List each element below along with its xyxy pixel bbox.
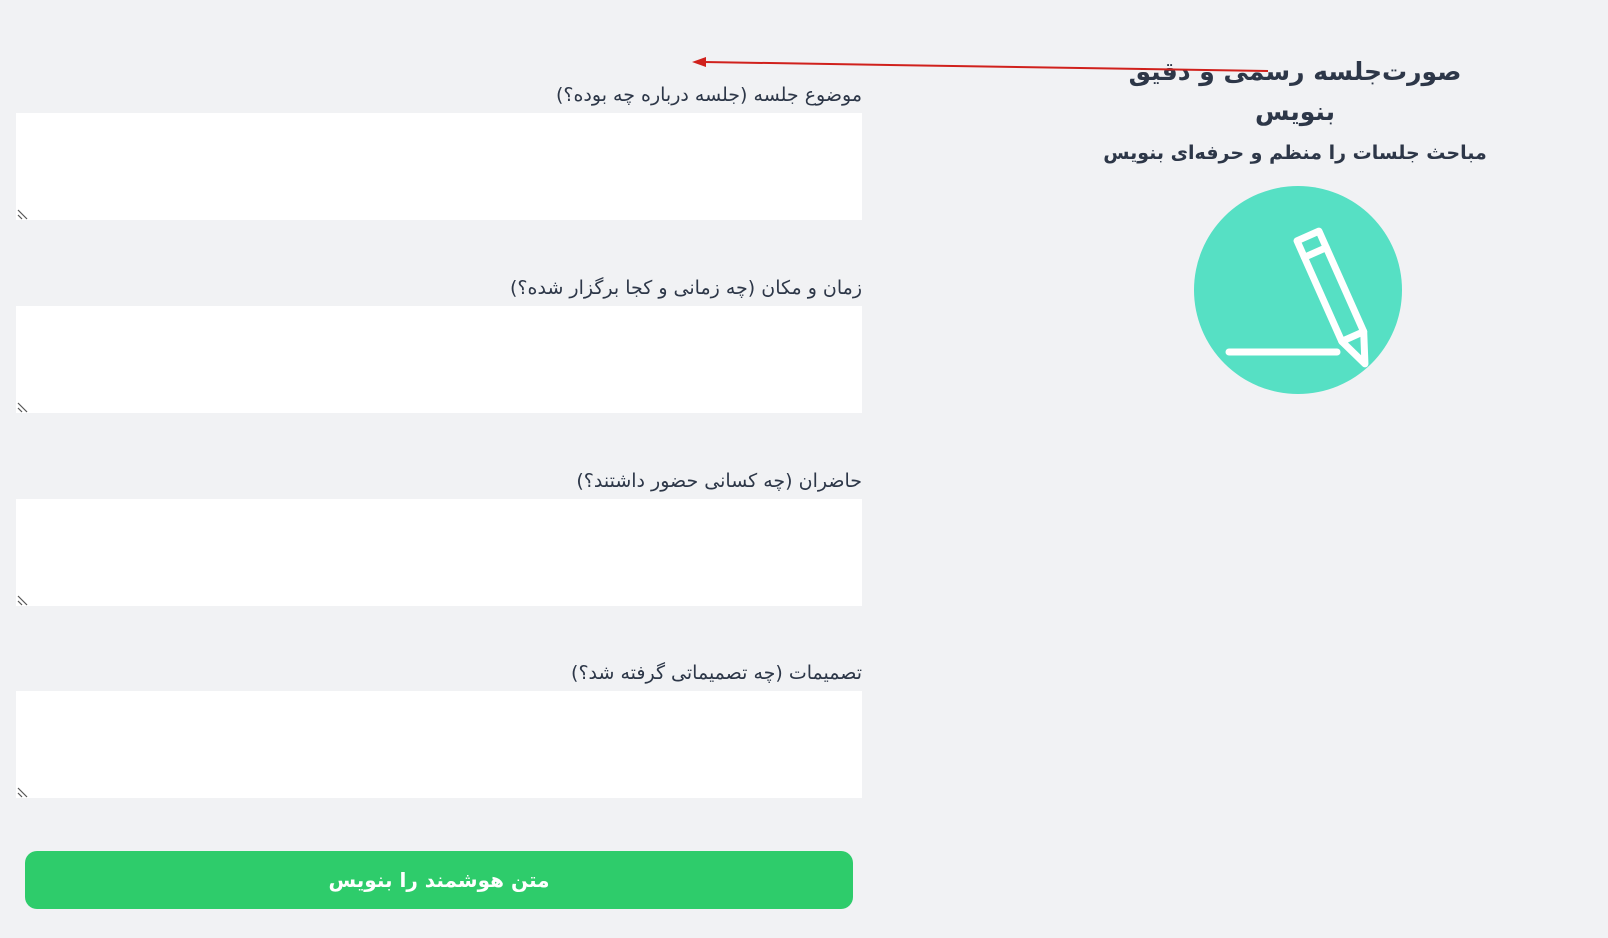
resize-handle-icon[interactable]: [16, 592, 30, 606]
page-subtitle: مباحث جلسات را منظم و حرفه‌ای بنویس: [1103, 142, 1487, 164]
resize-handle-icon[interactable]: [16, 399, 30, 413]
time-place-input[interactable]: [16, 306, 862, 413]
decisions-label: تصمیمات (چه تصمیماتی گرفته شد؟): [571, 662, 862, 684]
time-place-field: زمان و مکان (چه زمانی و کجا برگزار شده؟): [16, 274, 862, 413]
time-place-label: زمان و مکان (چه زمانی و کجا برگزار شده؟): [510, 277, 862, 299]
meeting-topic-field: موضوع جلسه (جلسه درباره چه بوده؟): [16, 81, 862, 220]
attendees-field: حاضران (چه کسانی حضور داشتند؟): [16, 467, 862, 606]
generate-text-button[interactable]: متن هوشمند را بنویس: [25, 851, 853, 909]
decisions-field: تصمیمات (چه تصمیماتی گرفته شد؟): [16, 659, 862, 798]
meeting-topic-input[interactable]: [16, 113, 862, 220]
resize-handle-icon[interactable]: [16, 784, 30, 798]
attendees-input[interactable]: [16, 499, 862, 606]
hero-illustration: [1194, 186, 1402, 394]
resize-handle-icon[interactable]: [16, 206, 30, 220]
meeting-topic-label: موضوع جلسه (جلسه درباره چه بوده؟): [555, 84, 862, 106]
pencil-icon: [1225, 227, 1369, 368]
hero-header: صورت‌جلسه رسمی و دقیق بنویس مباحث جلسات …: [1090, 52, 1500, 166]
attendees-label: حاضران (چه کسانی حضور داشتند؟): [576, 470, 862, 492]
decisions-input[interactable]: [16, 691, 862, 798]
page-title: صورت‌جلسه رسمی و دقیق بنویس: [1128, 57, 1462, 126]
